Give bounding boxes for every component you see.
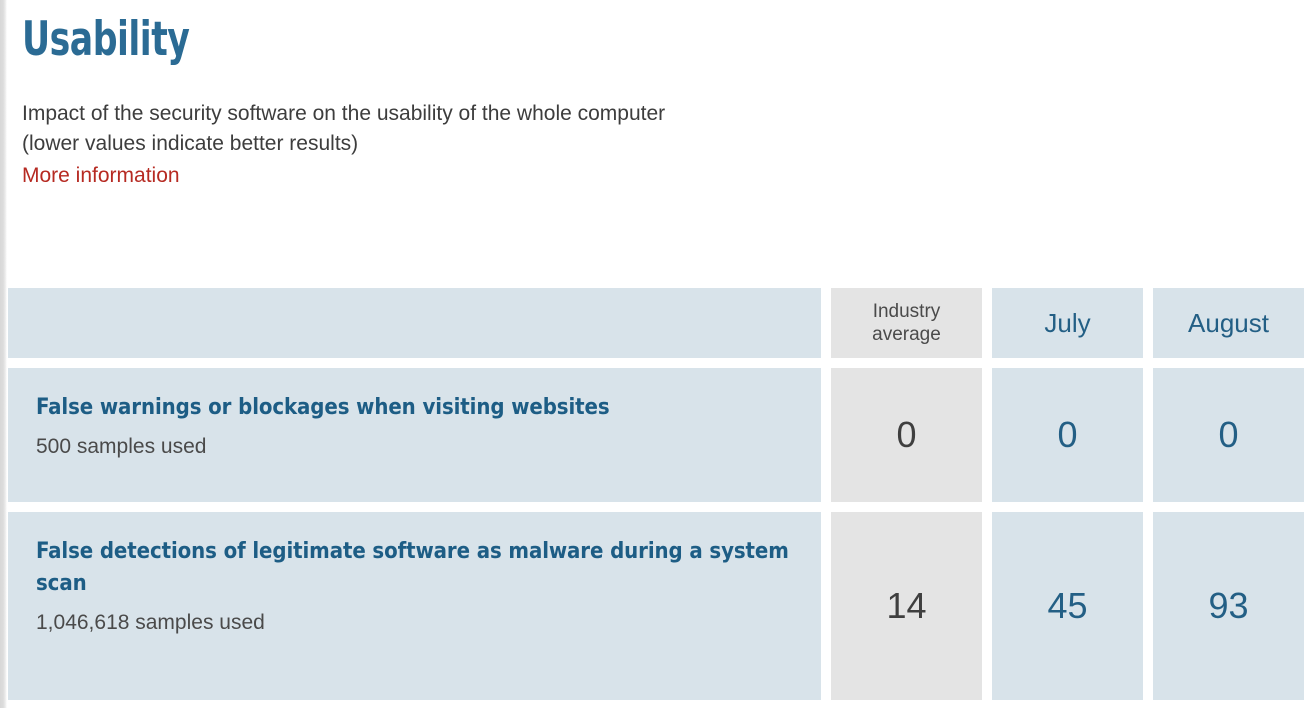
header-industry-average-line-1: Industry <box>872 300 941 322</box>
row-industry-average-value: 0 <box>831 368 982 502</box>
row-industry-average-value: 14 <box>831 512 982 700</box>
row-label-cell: False detections of legitimate software … <box>8 512 821 700</box>
row-samples: 1,046,618 samples used <box>36 610 265 634</box>
header-industry-average-line-2: average <box>872 324 941 345</box>
more-information-link[interactable]: More information <box>22 161 180 191</box>
row-samples: 500 samples used <box>36 434 207 458</box>
page-title: Usability <box>22 12 190 67</box>
section-intro: Usability Impact of the security softwar… <box>8 0 1314 191</box>
table-row: False warnings or blockages when visitin… <box>8 368 1314 502</box>
header-column-august: August <box>1153 288 1304 358</box>
row-label-cell: False warnings or blockages when visitin… <box>8 368 821 502</box>
usability-results-table: Industry average July August False warni… <box>8 288 1314 710</box>
table-header-row: Industry average July August <box>8 288 1314 358</box>
table-row: False detections of legitimate software … <box>8 512 1314 700</box>
section-description: Impact of the security software on the u… <box>22 99 1314 159</box>
header-label-column <box>8 288 821 358</box>
row-title: False detections of legitimate software … <box>36 539 789 596</box>
row-august-value: 93 <box>1153 512 1304 700</box>
description-line-2: (lower values indicate better results) <box>22 131 359 155</box>
page-left-gutter <box>0 0 7 708</box>
header-column-july: July <box>992 288 1143 358</box>
header-industry-average: Industry average <box>831 288 982 358</box>
description-line-1: Impact of the security software on the u… <box>22 102 666 125</box>
usability-report-page: Usability Impact of the security softwar… <box>0 0 1314 708</box>
report-content: Usability Impact of the security softwar… <box>8 0 1314 708</box>
row-august-value: 0 <box>1153 368 1304 502</box>
row-july-value: 0 <box>992 368 1143 502</box>
row-title: False warnings or blockages when visitin… <box>36 395 610 420</box>
row-july-value: 45 <box>992 512 1143 700</box>
